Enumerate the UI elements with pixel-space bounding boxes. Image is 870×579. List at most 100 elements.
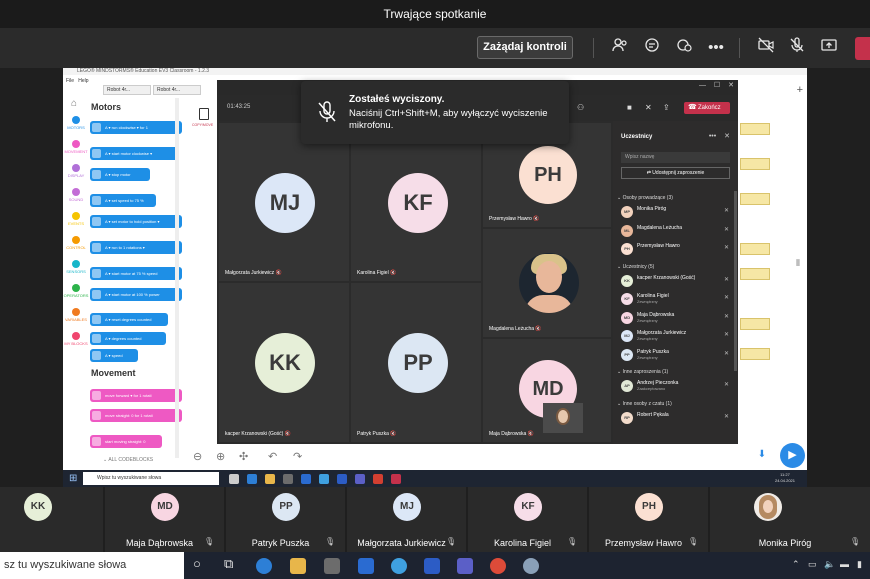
app-icon[interactable] bbox=[373, 474, 383, 484]
motor-block[interactable]: A ▾ start motor at 75 % speed bbox=[90, 267, 182, 280]
participant-thumbnail[interactable]: MD Maja Dąbrowska 🎙 bbox=[105, 487, 224, 552]
window-controls[interactable]: — ☐ ✕ bbox=[699, 81, 734, 89]
run-button[interactable]: ▶ bbox=[780, 443, 805, 468]
category-operators[interactable]: OPERATORS bbox=[63, 284, 89, 298]
participant-row[interactable]: MJ Małgorzata Jurkiewicz Zewnętrzny ✕ bbox=[621, 328, 731, 344]
video-tile[interactable]: KK kacper Krzanowski (Gość) bbox=[219, 283, 349, 442]
category-movement[interactable]: MOVEMENT bbox=[63, 140, 89, 154]
movement-block[interactable]: move forward ▾ for 1 rotati bbox=[90, 389, 182, 402]
chat-icon[interactable] bbox=[641, 37, 663, 59]
video-tile[interactable]: MD Maja Dąbrowska bbox=[483, 339, 611, 442]
request-control-button[interactable]: Zażądaj kontroli bbox=[477, 36, 573, 59]
menu-help[interactable]: Help bbox=[78, 78, 88, 84]
participant-row[interactable]: KF Karolina Figiel Zewnętrzny ✕ bbox=[621, 291, 731, 307]
task-view-icon[interactable]: ⧉ bbox=[224, 556, 233, 572]
inner-camera-icon[interactable]: ■ bbox=[627, 103, 632, 112]
canvas-scroll-handle[interactable]: ⦀ bbox=[796, 258, 800, 269]
more-icon[interactable]: ••• bbox=[705, 37, 727, 59]
word-icon[interactable] bbox=[424, 558, 440, 574]
motor-block[interactable]: A ▾ run clockwise ▾ for 1 bbox=[90, 121, 182, 134]
battery-icon[interactable]: ▬ bbox=[840, 559, 849, 569]
category-motors[interactable]: MOTORS bbox=[63, 116, 89, 130]
copy-icon[interactable] bbox=[199, 108, 209, 120]
teams-icon[interactable] bbox=[457, 558, 473, 574]
participant-search-input[interactable]: Wpisz nazwę bbox=[621, 152, 730, 163]
video-tile[interactable]: PP Patryk Puszka bbox=[351, 283, 481, 442]
task-view-icon[interactable] bbox=[229, 474, 239, 484]
participant-row[interactable]: RP Robert Pękala ✕ bbox=[621, 410, 731, 426]
store-icon[interactable] bbox=[283, 474, 293, 484]
participant-section-header[interactable]: ⌄ Uczestnicy (5) bbox=[617, 264, 654, 270]
category-my-blocks[interactable]: MY BLOCKS bbox=[63, 332, 89, 346]
network-icon[interactable]: ▭ bbox=[808, 559, 817, 570]
video-tile[interactable]: KF Karolina Figiel bbox=[351, 123, 481, 281]
mic-off-icon[interactable] bbox=[786, 37, 808, 59]
video-tile[interactable]: Magdalena Leżucha bbox=[483, 229, 611, 337]
zoom-in-icon[interactable]: ⊕ bbox=[216, 450, 225, 463]
participant-row[interactable]: MP Monika Piróg ✕ bbox=[621, 204, 731, 220]
menu-file[interactable]: File bbox=[66, 78, 74, 84]
tray-chevron-icon[interactable]: ⌃ bbox=[792, 559, 800, 570]
vpn-icon[interactable] bbox=[391, 558, 407, 574]
participant-thumbnail[interactable]: MJ Małgorzata Jurkiewicz 🎙 bbox=[347, 487, 466, 552]
category-display[interactable]: DISPLAY bbox=[63, 164, 89, 178]
movement-block[interactable]: start moving straight: 0 bbox=[90, 435, 162, 448]
teams-icon[interactable] bbox=[355, 474, 365, 484]
inner-search-box[interactable]: Wpisz tu wyszukiwane słowa bbox=[83, 472, 219, 485]
add-tab-icon[interactable]: + bbox=[797, 84, 803, 96]
windows-start-icon[interactable]: ⊞ bbox=[69, 473, 77, 484]
panel-controls[interactable]: ••• ✕ bbox=[709, 132, 730, 140]
self-view-camera[interactable] bbox=[543, 403, 583, 433]
participant-row[interactable]: AP Andrzej Pieczonka Zaakceptowano ✕ bbox=[621, 378, 731, 394]
motor-block[interactable]: A ▾ start motor at 100 % power bbox=[90, 288, 182, 301]
app-icon[interactable] bbox=[523, 558, 539, 574]
people-icon[interactable] bbox=[609, 37, 631, 59]
project-tab[interactable]: Robot 4r... bbox=[153, 85, 201, 95]
vpn-icon[interactable] bbox=[319, 474, 329, 484]
share-icon[interactable] bbox=[818, 37, 840, 59]
edge-icon[interactable] bbox=[247, 474, 257, 484]
language-icon[interactable]: ▮ bbox=[857, 559, 862, 570]
category-variables[interactable]: VARIABLES bbox=[63, 308, 89, 322]
category-events[interactable]: EVENTS bbox=[63, 212, 89, 226]
taskbar-search-box[interactable]: sz tu wyszukiwane słowa bbox=[0, 552, 184, 579]
file-explorer-icon[interactable] bbox=[290, 558, 306, 574]
category-control[interactable]: CONTROL bbox=[63, 236, 89, 250]
participant-thumbnail[interactable]: KK bbox=[0, 487, 103, 552]
inner-people-icon[interactable]: ⚇ bbox=[577, 103, 584, 112]
participant-section-header[interactable]: ⌄ Inne zaproszenia (1) bbox=[617, 369, 668, 375]
participant-row[interactable]: PP Patryk Puszka Zewnętrzny ✕ bbox=[621, 347, 731, 363]
participant-row[interactable]: PH Przemysław Hawro ✕ bbox=[621, 241, 731, 257]
word-icon[interactable] bbox=[337, 474, 347, 484]
redo-icon[interactable]: ↷ bbox=[293, 450, 302, 463]
cortana-icon[interactable]: ○ bbox=[193, 556, 201, 571]
reactions-icon[interactable] bbox=[673, 37, 695, 59]
inner-share-icon[interactable]: ⇪ bbox=[663, 103, 670, 112]
participant-row[interactable]: MD Maja Dąbrowska Zewnętrzny ✕ bbox=[621, 310, 731, 326]
motor-block[interactable]: A ▾ start motor clockwise ▾ bbox=[90, 147, 178, 160]
participant-thumbnail[interactable]: PP Patryk Puszka 🎙 bbox=[226, 487, 345, 552]
undo-icon[interactable]: ↶ bbox=[268, 450, 277, 463]
mail-icon[interactable] bbox=[301, 474, 311, 484]
panel-scrollbar[interactable] bbox=[734, 191, 737, 371]
participant-row[interactable]: ML Magdalena Leżucha ✕ bbox=[621, 223, 731, 239]
participant-section-header[interactable]: ⌄ Osoby prowadzące (3) bbox=[617, 195, 673, 201]
palette-scrollbar[interactable] bbox=[175, 98, 179, 458]
motor-block[interactable]: A ▾ reset degrees counted bbox=[90, 313, 168, 326]
volume-icon[interactable]: 🔈 bbox=[824, 559, 835, 570]
end-meeting-button[interactable]: Zakończ bbox=[684, 102, 730, 114]
center-icon[interactable]: ✣ bbox=[239, 450, 248, 463]
share-invite-button[interactable]: ⇄ Udostępnij zaproszenie bbox=[621, 167, 730, 179]
zoom-out-icon[interactable]: ⊖ bbox=[193, 450, 202, 463]
motor-block[interactable]: A ▾ speed bbox=[90, 349, 138, 362]
motor-block[interactable]: A ▾ stop motor bbox=[90, 168, 150, 181]
edge-icon[interactable] bbox=[256, 558, 272, 574]
all-codeblocks-link[interactable]: ⌄ ALL CODEBLOCKS bbox=[103, 457, 153, 463]
download-icon[interactable]: ⬇ bbox=[756, 449, 768, 463]
participant-row[interactable]: KK kacper Krzanowski (Gość) ✕ bbox=[621, 273, 731, 289]
motor-block[interactable]: A ▾ set motor to hold position ▾ bbox=[90, 215, 182, 228]
motor-block[interactable]: A ▾ set speed to 75 % bbox=[90, 194, 156, 207]
participant-section-header[interactable]: ⌄ Inne osoby z czatu (1) bbox=[617, 401, 672, 407]
participant-thumbnail[interactable]: PH Przemysław Hawro 🎙 bbox=[589, 487, 708, 552]
category-sensors[interactable]: SENSORS bbox=[63, 260, 89, 274]
